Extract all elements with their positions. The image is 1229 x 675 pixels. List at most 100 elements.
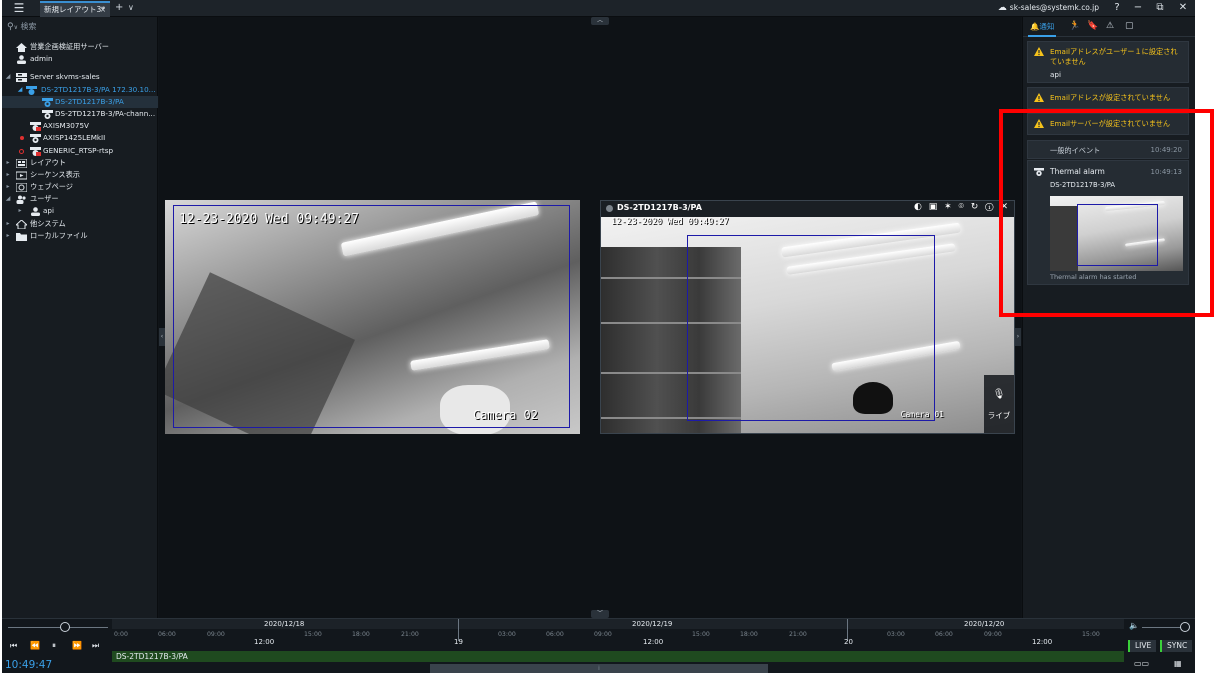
expand-arrow-icon[interactable]: ▸ — [4, 218, 12, 230]
camera-status-icon — [606, 205, 613, 212]
expand-arrow-icon[interactable]: ▸ — [4, 181, 12, 193]
recording-track[interactable]: DS-2TD1217B-3/PA — [112, 651, 1124, 662]
tree-item-camera-group[interactable]: ◢ DS-2TD1217B-3/PA 172.30.10... — [2, 84, 158, 96]
warning-icon — [1034, 93, 1044, 102]
tree-item-api[interactable]: ▸ api — [2, 205, 158, 217]
bookmark-icon[interactable]: 🔖 — [1087, 21, 1098, 31]
tree-item-layouts[interactable]: ▸ レイアウト — [2, 157, 158, 169]
tree-item-axism3075v[interactable]: AXISM3075V — [2, 120, 158, 132]
hour-label: 06:00 — [158, 631, 176, 638]
minimize-button[interactable]: − — [1130, 1, 1146, 15]
tree-item-label: レイアウト — [30, 157, 66, 167]
tab-menu-icon[interactable]: ∨ — [128, 2, 134, 14]
tab-layout[interactable]: 新規レイアウト3* × — [40, 1, 110, 17]
camera-offline-icon — [30, 122, 41, 132]
tree-item-camera-channel[interactable]: DS-2TD1217B-3/PA-chann... — [2, 108, 158, 120]
warning-icon — [1034, 47, 1044, 56]
osd-timestamp: 12-23-2020 Wed 09:49:27 — [611, 217, 729, 227]
hour-label: 06:00 — [935, 631, 953, 638]
calendar-icon[interactable]: ▦ — [1174, 659, 1182, 668]
skip-end-icon[interactable]: ⏭ — [92, 641, 99, 651]
tree-item-users[interactable]: ◢ ユーザー — [2, 193, 158, 205]
expand-arrow-icon[interactable]: ▸ — [4, 157, 12, 169]
hour-label: 03:00 — [498, 631, 516, 638]
tree-item-server[interactable]: ◢ Server skvms-sales — [2, 71, 158, 83]
tab-label: 新規レイアウト3* — [44, 5, 106, 14]
tab-close-icon[interactable]: × — [100, 3, 106, 16]
collapse-bottom-handle[interactable]: ﹀ — [591, 610, 609, 618]
tree-item-camera-selected[interactable]: DS-2TD1217B-3/PA — [2, 95, 158, 108]
fast-forward-icon[interactable]: ⏩ — [72, 641, 82, 650]
expand-arrow-icon[interactable]: ▸ — [4, 230, 12, 242]
help-button[interactable]: ? — [1109, 1, 1125, 15]
tab-notifications[interactable]: 🔔通知 — [1027, 21, 1057, 37]
collapse-top-handle[interactable]: ︿ — [591, 17, 609, 25]
alert-icon[interactable]: ⚠ — [1106, 21, 1114, 31]
expand-arrow-icon[interactable]: ◢ — [4, 193, 12, 205]
layout-icon — [16, 158, 27, 168]
volume-slider-knob[interactable] — [1180, 622, 1190, 632]
main-menu-icon[interactable]: ☰ — [10, 2, 28, 15]
camera-tile-header: DS-2TD1217B-3/PA ◐ ▣ ✶ ⌾ ↻ ⓘ ✕ — [601, 201, 1014, 217]
tree-item-label: GENERIC_RTSP-rtsp — [43, 145, 114, 155]
square-icon[interactable]: ▢ — [1125, 21, 1134, 31]
camera-icon — [30, 134, 41, 144]
search-input[interactable]: ⚲∨ 検索 — [7, 21, 37, 32]
skip-start-icon[interactable]: ⏮ — [10, 641, 17, 651]
camera-tile-toolbar[interactable]: ◐ ▣ ✶ ⌾ ↻ ⓘ ✕ — [914, 202, 1010, 212]
account-label[interactable]: ☁ sk-sales@systemk.co.jp — [998, 3, 1099, 13]
timeline-panel: ⏮ ⏪ ⏸ ⏩ ⏭ 10:49:47 2020/12/18 2020/12/19… — [2, 618, 1195, 673]
osd-camera-name: Camera 01 — [900, 410, 944, 419]
close-button[interactable]: ✕ — [1175, 1, 1191, 15]
timeline-ruler[interactable]: 2020/12/18 2020/12/19 2020/12/20 0:00 06… — [112, 619, 1124, 673]
live-audio-button[interactable]: 🎙 ライブ — [984, 375, 1014, 433]
add-tab-icon[interactable]: + — [115, 2, 123, 14]
tree-item-admin[interactable]: admin — [2, 53, 158, 65]
expand-arrow-icon[interactable]: ▸ — [4, 169, 12, 181]
tree-item-local-files[interactable]: ▸ ローカルファイル — [2, 230, 158, 242]
motion-icon[interactable]: 🏃 — [1069, 21, 1080, 31]
video-viewer: ︿ ﹀ ‹ › 12-23-2020 Wed 09:49:27 Camera 0… — [159, 17, 1021, 618]
notification-item[interactable]: Emailアドレスが設定されていません — [1027, 87, 1189, 109]
hour-label: 15:00 — [692, 631, 710, 638]
timeline-layout-icon[interactable]: ▭▭ — [1134, 659, 1149, 668]
user-icon — [31, 207, 40, 217]
expand-arrow-icon[interactable]: ◢ — [4, 71, 12, 83]
live-button[interactable]: LIVE — [1128, 640, 1157, 652]
bell-icon: 🔔 — [1030, 22, 1040, 31]
volume-slider-track[interactable] — [1142, 627, 1184, 628]
expand-arrow-icon[interactable]: ◢ — [16, 84, 24, 96]
tree-item-sequences[interactable]: ▸ シーケンス表示 — [2, 169, 158, 181]
rewind-icon[interactable]: ⏪ — [30, 641, 40, 650]
tree-item-label: ローカルファイル — [30, 230, 88, 240]
account-email: sk-sales@systemk.co.jp — [1009, 3, 1099, 12]
server-icon — [16, 73, 27, 83]
camera-tile-optical[interactable]: DS-2TD1217B-3/PA ◐ ▣ ✶ ⌾ ↻ ⓘ ✕ 12-23-202… — [600, 200, 1015, 434]
timeline-scrollbar[interactable]: ⁞ — [430, 664, 768, 673]
hour-label: 18:00 — [740, 631, 758, 638]
collapse-right-handle[interactable]: › — [1015, 328, 1021, 346]
expand-arrow-icon[interactable]: ▸ — [16, 205, 24, 217]
pause-icon[interactable]: ⏸ — [52, 641, 56, 651]
notification-panel: 🔔通知 🏃 🔖 ⚠ ▢ Emailアドレスがユーザー１に設定されていません ap… — [1022, 17, 1195, 618]
hour-label: 12:00 — [1032, 638, 1053, 646]
tree-item-axisp1425[interactable]: AXISP1425LEMkII — [2, 132, 158, 144]
camera-tile-thermal[interactable]: 12-23-2020 Wed 09:49:27 Camera 02 — [165, 200, 580, 434]
tree-item-other-systems[interactable]: ▸ 他システム — [2, 218, 158, 230]
notification-item[interactable]: Emailアドレスがユーザー１に設定されていません api — [1027, 41, 1189, 83]
tree-item-generic-rtsp[interactable]: GENERIC_RTSP-rtsp — [2, 145, 158, 157]
hour-label: 21:00 — [789, 631, 807, 638]
speed-slider-knob[interactable] — [60, 622, 70, 632]
sync-button[interactable]: SYNC — [1160, 640, 1193, 652]
restore-button[interactable]: ⧉ — [1152, 1, 1168, 15]
speed-slider-track[interactable] — [8, 627, 108, 628]
highlight-callout — [999, 109, 1214, 317]
resource-tree-panel: ⚲∨ 検索 営業企画検証用サーバー admin ◢ Server skvms-s… — [2, 17, 158, 618]
playback-controls: ⏮ ⏪ ⏸ ⏩ ⏭ 10:49:47 — [2, 619, 112, 673]
camera-icon — [42, 109, 53, 119]
speaker-icon[interactable]: 🔈 — [1129, 621, 1139, 630]
hour-label: 09:00 — [984, 631, 1002, 638]
tree-item-system[interactable]: 営業企画検証用サーバー — [2, 41, 158, 53]
camera-offline-icon — [30, 146, 41, 156]
tree-item-webpages[interactable]: ▸ ウェブページ — [2, 181, 158, 193]
